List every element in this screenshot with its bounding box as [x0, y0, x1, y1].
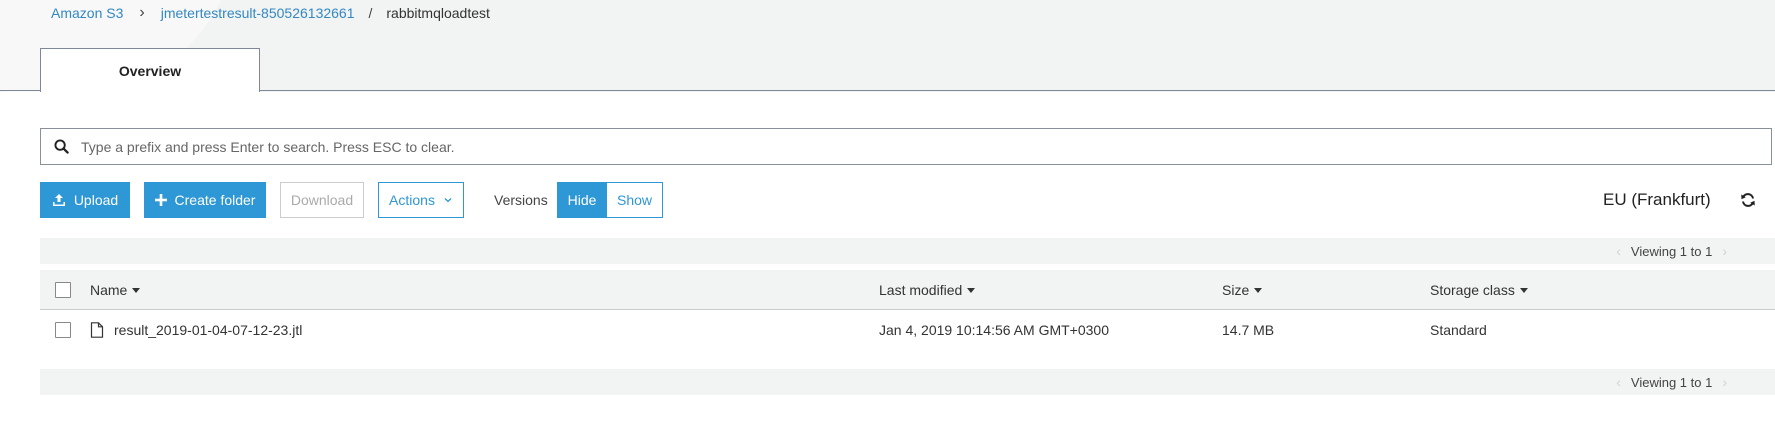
actions-dropdown[interactable]: Actions — [378, 182, 464, 218]
pager-prev-button[interactable]: ‹ — [1616, 243, 1621, 259]
pager-text: Viewing 1 to 1 — [1630, 374, 1713, 390]
size-cell: 14.7 MB — [1222, 322, 1275, 338]
column-header-size-label: Size — [1222, 282, 1250, 298]
table-header: Name Last modified Size Storage class — [40, 270, 1775, 310]
column-header-storage-class[interactable]: Storage class — [1430, 270, 1528, 310]
sort-caret-icon — [1519, 287, 1528, 293]
storage-class-cell: Standard — [1430, 322, 1487, 338]
table-row[interactable]: result_2019-01-04-07-12-23.jtl Jan 4, 20… — [40, 310, 1775, 350]
sort-caret-icon — [132, 287, 141, 293]
last-modified-cell: Jan 4, 2019 10:14:56 AM GMT+0300 — [879, 322, 1109, 338]
column-header-storage-class-label: Storage class — [1430, 282, 1515, 298]
column-header-name[interactable]: Name — [90, 270, 141, 310]
breadcrumb-separator-chevron: › — [139, 4, 145, 21]
versions-show-button[interactable]: Show — [606, 182, 663, 218]
chevron-down-icon — [444, 198, 452, 203]
versions-label: Versions — [494, 192, 548, 208]
column-header-last-modified[interactable]: Last modified — [879, 270, 976, 310]
tab-overview[interactable]: Overview — [40, 48, 260, 92]
pager-top: ‹ Viewing 1 to 1 › — [40, 238, 1775, 264]
column-header-name-label: Name — [90, 282, 128, 298]
create-folder-label: Create folder — [174, 192, 256, 208]
pager-text: Viewing 1 to 1 — [1630, 243, 1713, 259]
search-input[interactable] — [81, 129, 1771, 164]
row-checkbox[interactable] — [55, 322, 71, 338]
create-folder-button[interactable]: Create folder — [144, 182, 266, 218]
sort-caret-icon — [1254, 287, 1263, 293]
upload-button[interactable]: Upload — [40, 182, 130, 218]
plus-icon — [154, 194, 167, 206]
versions-hide-button[interactable]: Hide — [557, 182, 607, 218]
breadcrumb-current-folder: rabbitmqloadtest — [386, 5, 490, 21]
search-icon — [41, 139, 81, 154]
sort-caret-icon — [967, 287, 976, 293]
breadcrumb-bucket[interactable]: jmetertestresult-850526132661 — [161, 5, 355, 21]
pager-bottom: ‹ Viewing 1 to 1 › — [40, 369, 1775, 395]
select-all-checkbox[interactable] — [55, 282, 71, 298]
breadcrumb-separator-slash: / — [368, 5, 373, 21]
toolbar: Upload Create folder Download Actions Ve… — [40, 182, 1775, 219]
actions-label: Actions — [389, 192, 435, 208]
column-header-last-modified-label: Last modified — [879, 282, 963, 298]
column-header-size[interactable]: Size — [1222, 270, 1263, 310]
file-name-link[interactable]: result_2019-01-04-07-12-23.jtl — [114, 322, 302, 338]
file-icon — [90, 322, 104, 338]
tab-underline — [0, 90, 1775, 91]
pager-prev-button[interactable]: ‹ — [1616, 374, 1621, 390]
file-name-cell[interactable]: result_2019-01-04-07-12-23.jtl — [90, 310, 302, 350]
search-bar — [40, 128, 1772, 165]
breadcrumb: Amazon S3 › jmetertestresult-85052613266… — [51, 4, 490, 22]
pager-next-button[interactable]: › — [1722, 374, 1727, 390]
refresh-icon[interactable] — [1740, 182, 1756, 218]
region-label: EU (Frankfurt) — [1603, 190, 1711, 209]
upload-icon — [52, 194, 65, 206]
download-button[interactable]: Download — [280, 182, 364, 218]
pager-next-button[interactable]: › — [1722, 243, 1727, 259]
upload-label: Upload — [73, 192, 119, 208]
breadcrumb-amazon-s3[interactable]: Amazon S3 — [51, 5, 123, 21]
